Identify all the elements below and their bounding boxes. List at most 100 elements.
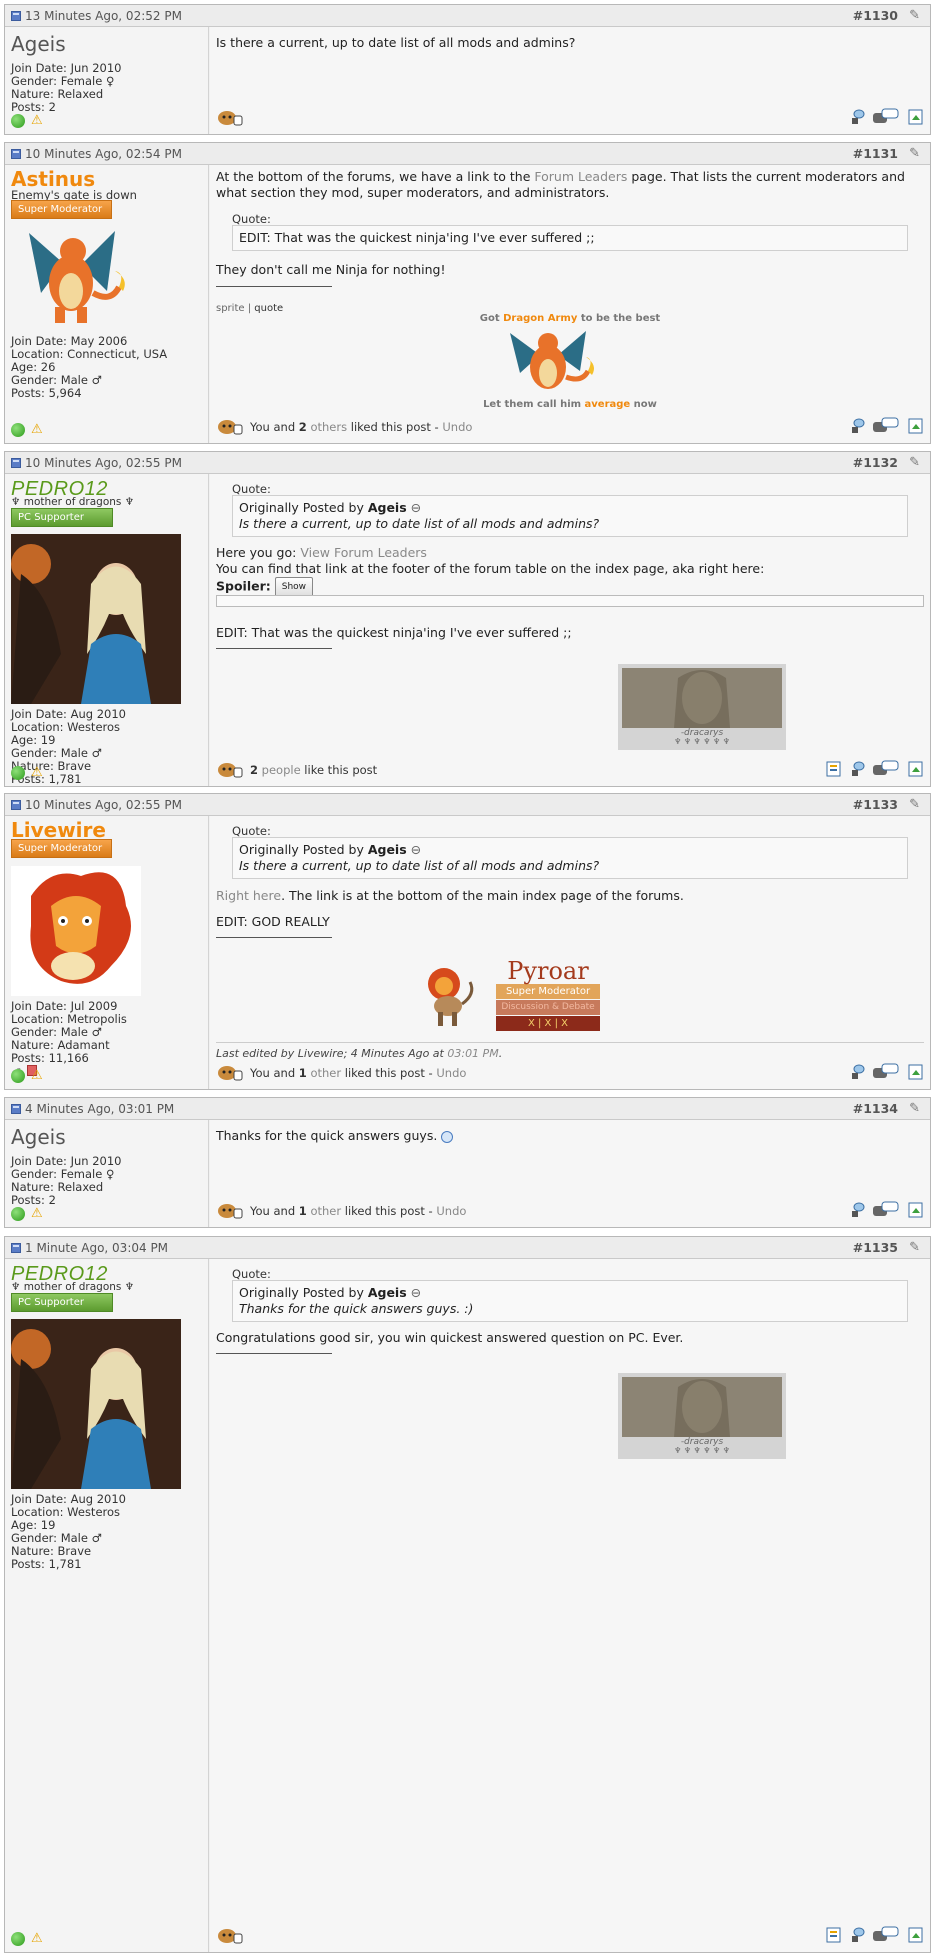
multiquote-icon[interactable]: [908, 1926, 924, 1944]
online-icon: [11, 1207, 25, 1221]
edit-pencil-icon[interactable]: ✎: [909, 797, 920, 812]
reputation-icon[interactable]: [850, 760, 866, 778]
edit-pencil-icon[interactable]: ✎: [909, 1240, 920, 1255]
post-number-link[interactable]: #1132: [853, 455, 898, 470]
like-summary: You and 1 other liked this post - Undo: [250, 1204, 467, 1218]
post-number-link[interactable]: #1130: [853, 8, 898, 23]
edit-pencil-icon[interactable]: ✎: [909, 455, 920, 470]
view-post-icon[interactable]: ⊖: [411, 1285, 421, 1300]
post-icon: [11, 11, 21, 21]
quote-icon[interactable]: [872, 1063, 900, 1081]
quote-label: Quote:: [232, 212, 271, 226]
quoted-author[interactable]: Ageis: [368, 1285, 407, 1300]
user-info: PEDRO12 ♆ mother of dragons ♆ PC Support…: [5, 474, 209, 786]
forum-leaders-link[interactable]: Forum Leaders: [534, 169, 627, 184]
warning-icon[interactable]: ⚠: [31, 422, 43, 437]
multiquote-icon[interactable]: [908, 417, 924, 435]
online-icon: [11, 423, 25, 437]
warning-icon[interactable]: ⚠: [31, 765, 43, 780]
like-icon[interactable]: [216, 1201, 244, 1219]
user-details: Join Date: Jun 2010 Gender: Female ♀ Nat…: [11, 61, 122, 114]
blog-icon[interactable]: [826, 1926, 842, 1944]
signature-banner: [622, 1377, 782, 1437]
quote-label: Quote:: [232, 1267, 271, 1281]
quote-label: Quote:: [232, 824, 271, 838]
reputation-icon[interactable]: [850, 108, 866, 126]
post-1130: 13 Minutes Ago, 02:52 PM #1130 ✎ Ageis J…: [4, 4, 931, 135]
avatar[interactable]: [11, 1319, 181, 1489]
right-here-link[interactable]: Right here: [216, 888, 281, 903]
username[interactable]: Livewire: [11, 819, 106, 841]
quote-icon[interactable]: [872, 1201, 900, 1219]
others-link[interactable]: other: [307, 1204, 341, 1218]
undo-link[interactable]: Undo: [436, 1204, 466, 1218]
reputation-icon[interactable]: [850, 1201, 866, 1219]
multiquote-icon[interactable]: [908, 1201, 924, 1219]
post-date: 10 Minutes Ago, 02:54 PM: [25, 147, 182, 161]
undo-link[interactable]: Undo: [436, 1066, 466, 1080]
warning-icon[interactable]: ⚠: [31, 1931, 43, 1946]
avatar[interactable]: [11, 223, 133, 331]
like-icon[interactable]: [216, 1926, 244, 1944]
warning-icon[interactable]: ⚠: [31, 1068, 43, 1083]
like-summary: You and 2 others liked this post - Undo: [250, 420, 473, 434]
others-link[interactable]: other: [307, 1066, 341, 1080]
reputation-icon[interactable]: [850, 417, 866, 435]
avatar[interactable]: [11, 534, 181, 704]
quoted-author[interactable]: Ageis: [368, 842, 407, 857]
reputation-icon[interactable]: [850, 1063, 866, 1081]
like-icon[interactable]: [216, 108, 244, 126]
post-1133: 10 Minutes Ago, 02:55 PM #1133 ✎ Livewir…: [4, 793, 931, 1090]
signature-divider: [216, 1353, 332, 1354]
reply-text: They don't call me Ninja for nothing!: [216, 262, 446, 277]
quote-icon[interactable]: [872, 760, 900, 778]
post-icon: [11, 149, 21, 159]
reputation-icon[interactable]: [850, 1926, 866, 1944]
blog-icon[interactable]: [826, 760, 842, 778]
quote-icon[interactable]: [872, 417, 900, 435]
edit-pencil-icon[interactable]: ✎: [909, 1101, 920, 1116]
post-footer: [216, 1926, 924, 1946]
post-number-link[interactable]: #1131: [853, 146, 898, 161]
multiquote-icon[interactable]: [908, 1063, 924, 1081]
multiquote-icon[interactable]: [908, 108, 924, 126]
online-icon: [11, 1932, 25, 1946]
like-icon[interactable]: [216, 1063, 244, 1081]
like-summary: You and 1 other liked this post - Undo: [250, 1066, 467, 1080]
post-number-link[interactable]: #1135: [853, 1240, 898, 1255]
view-post-icon[interactable]: ⊖: [411, 842, 421, 857]
post-number-link[interactable]: #1133: [853, 797, 898, 812]
username[interactable]: Ageis: [11, 33, 66, 55]
people-link[interactable]: people: [258, 763, 301, 777]
post-date: 13 Minutes Ago, 02:52 PM: [25, 9, 182, 23]
message-text: Thanks for the quick answers guys.: [216, 1128, 924, 1144]
quote-icon[interactable]: [872, 1926, 900, 1944]
post-body: Quote: Originally Posted by Ageis ⊖ Is t…: [210, 474, 930, 786]
edit-pencil-icon[interactable]: ✎: [909, 146, 920, 161]
view-post-icon[interactable]: ⊖: [411, 500, 421, 515]
signature-top-text: Got Dragon Army to be the best: [479, 313, 661, 324]
others-link[interactable]: others: [307, 420, 347, 434]
post-number-link[interactable]: #1134: [853, 1101, 898, 1116]
warning-icon[interactable]: ⚠: [31, 1206, 43, 1221]
quoted-author[interactable]: Ageis: [368, 500, 407, 515]
undo-link[interactable]: Undo: [442, 420, 472, 434]
like-icon[interactable]: [216, 417, 244, 435]
message-text: Here you go: View Forum Leaders You can …: [216, 545, 924, 597]
post-header: 13 Minutes Ago, 02:52 PM #1130 ✎: [5, 5, 930, 27]
avatar[interactable]: [11, 866, 141, 996]
signature-subtext: ♆ ♆ ♆ ♆ ♆ ♆: [674, 1446, 730, 1455]
username[interactable]: Ageis: [11, 1126, 66, 1148]
edit-pencil-icon[interactable]: ✎: [909, 8, 920, 23]
view-forum-leaders-link[interactable]: View Forum Leaders: [300, 545, 427, 560]
user-info: PEDRO12 ♆ mother of dragons ♆ PC Support…: [5, 1259, 209, 1952]
user-details: Join Date: May 2006 Location: Connecticu…: [11, 334, 168, 400]
warning-icon[interactable]: ⚠: [31, 113, 43, 128]
username[interactable]: Astinus: [11, 168, 95, 190]
user-title: ♆ mother of dragons ♆: [11, 496, 135, 508]
quote-icon[interactable]: [872, 108, 900, 126]
multiquote-icon[interactable]: [908, 760, 924, 778]
spoiler-show-button[interactable]: Show: [274, 577, 314, 597]
user-info: Ageis Join Date: Jun 2010 Gender: Female…: [5, 1120, 209, 1227]
like-icon[interactable]: [216, 760, 244, 778]
